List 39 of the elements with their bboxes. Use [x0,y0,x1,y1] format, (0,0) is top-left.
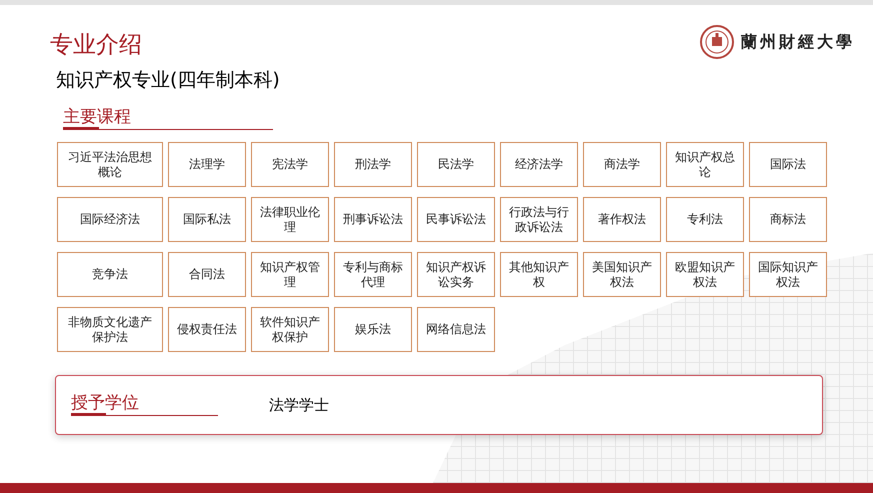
course-tile: 商法学 [583,142,661,187]
course-tile: 娱乐法 [334,307,412,352]
page-title: 专业介绍 [50,31,142,60]
course-tile: 软件知识产权保护 [251,307,329,352]
course-tile: 其他知识产权 [500,252,578,297]
degree-value: 法学学士 [269,394,329,416]
course-tile: 经济法学 [500,142,578,187]
course-tile: 法理学 [168,142,246,187]
course-tile: 侵权责任法 [168,307,246,352]
course-tile: 美国知识产权法 [583,252,661,297]
course-tile: 国际法 [749,142,827,187]
course-tile: 宪法学 [251,142,329,187]
course-tile: 知识产权诉讼实务 [417,252,495,297]
course-tile: 法律职业伦理 [251,197,329,242]
course-tile: 竞争法 [57,252,163,297]
major-title: 知识产权专业(四年制本科) [55,68,281,93]
course-tile: 网络信息法 [417,307,495,352]
university-logo-text: 蘭州財經大學 [741,31,855,53]
course-tile: 合同法 [168,252,246,297]
course-tile: 行政法与行政诉讼法 [500,197,578,242]
course-tile: 刑事诉讼法 [334,197,412,242]
course-tile: 非物质文化遗产保护法 [57,307,163,352]
course-tile: 民法学 [417,142,495,187]
university-emblem-icon [699,24,735,60]
course-tile: 专利法 [666,197,744,242]
course-tile: 民事诉讼法 [417,197,495,242]
course-tile: 习近平法治思想概论 [57,142,163,187]
course-tile: 欧盟知识产权法 [666,252,744,297]
course-tile: 专利与商标代理 [334,252,412,297]
course-tile: 国际知识产权法 [749,252,827,297]
course-tile: 著作权法 [583,197,661,242]
course-tile: 知识产权总论 [666,142,744,187]
course-tile: 国际经济法 [57,197,163,242]
section-heading: 授予学位 [71,392,140,414]
section-heading: 主要课程 [63,106,132,128]
course-tile: 国际私法 [168,197,246,242]
course-tile: 商标法 [749,197,827,242]
course-tile: 刑法学 [334,142,412,187]
course-tile: 知识产权管理 [251,252,329,297]
